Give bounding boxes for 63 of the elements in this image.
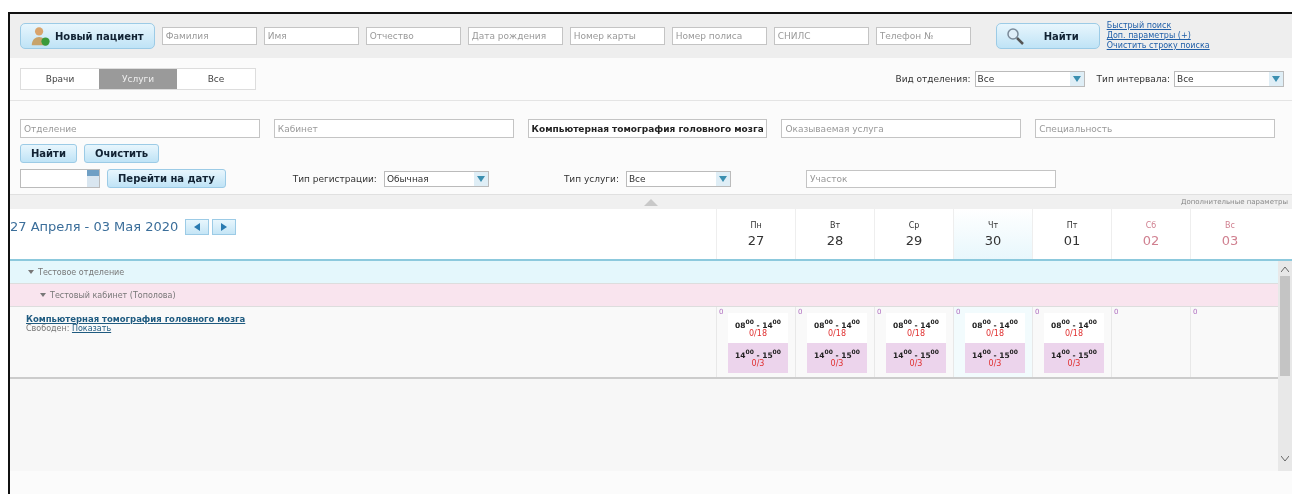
scroll-down-icon[interactable] [1281, 456, 1289, 461]
search-link[interactable]: Быстрый поиск [1106, 21, 1210, 31]
filter-label: Тип услуги: [563, 173, 619, 184]
scroll-up-icon[interactable] [1281, 267, 1289, 272]
day-number: 02 [1142, 233, 1160, 248]
search-field[interactable]: Номер полиса [671, 27, 767, 45]
dropdown[interactable]: Все [625, 170, 731, 187]
search-link[interactable]: Доп. параметры (+) [1106, 31, 1210, 41]
filter-label: Тип интервала: [1096, 74, 1170, 84]
previous-week-button[interactable] [185, 219, 210, 235]
dropdown[interactable]: Все [974, 71, 1085, 87]
filter-field[interactable]: Кабинет [273, 119, 514, 138]
weekday-label: Пт [1066, 221, 1078, 230]
day-number: 30 [984, 233, 1002, 248]
person-add-icon [29, 25, 51, 47]
date-field[interactable] [20, 169, 100, 188]
left-arrow-icon [194, 223, 201, 231]
find-button[interactable]: Найти [995, 23, 1100, 49]
filter-label: Вид отделения: [895, 74, 971, 84]
day-number: 28 [826, 233, 844, 248]
search-field[interactable]: Имя [263, 27, 359, 45]
dropdown[interactable]: Обычная [383, 170, 489, 187]
cabinet-row[interactable]: Тестовый кабинет (Тополова) [10, 284, 1278, 307]
search-field[interactable]: Телефон № [875, 27, 971, 45]
department-row[interactable]: Тестовое отделение [10, 261, 1278, 284]
area-field[interactable]: Участок [805, 169, 1056, 188]
weekday-label: Ср [908, 221, 920, 230]
weekday-label: Сб [1145, 221, 1157, 230]
show-link[interactable]: Показать [71, 324, 112, 333]
filter-field[interactable]: Оказываемая услуга [781, 119, 1022, 138]
expanded-triangle-icon [28, 270, 34, 274]
service-field[interactable]: Компьютерная томография головного мозга [527, 119, 768, 138]
go-to-date-button[interactable]: Перейти на дату [107, 169, 226, 188]
service-link[interactable]: Компьютерная томография головного мозга [26, 314, 246, 324]
filter-field[interactable]: Специальность [1035, 119, 1275, 138]
search-field[interactable]: Дата рождения [467, 27, 563, 45]
search-icon [1004, 26, 1025, 46]
weekday-label: Чт [987, 221, 999, 230]
dropdown[interactable]: Все [1174, 71, 1284, 87]
calendar-icon [87, 170, 99, 187]
date-range: 27 Апреля - 03 Мая 2020 [10, 219, 179, 234]
search-link[interactable]: Очистить строку поиска [1106, 41, 1210, 51]
filter-button[interactable]: Очистить [83, 144, 160, 163]
new-patient-button[interactable]: Новый пациент [20, 23, 155, 49]
filter-button[interactable]: Найти [20, 144, 77, 163]
day-number: 03 [1221, 233, 1239, 248]
scrollbar[interactable] [1278, 261, 1292, 471]
free-label: Свободен: [26, 324, 70, 333]
search-field[interactable]: Номер карты [569, 27, 665, 45]
day-number: 27 [747, 233, 765, 248]
filter-label: Тип регистрации: [292, 173, 377, 184]
search-field[interactable]: Фамилия [161, 27, 257, 45]
filter-field[interactable]: Отделение [20, 119, 260, 138]
weekday-label: Вт [829, 221, 841, 230]
day-number: 29 [905, 233, 923, 248]
day-number: 01 [1063, 233, 1081, 248]
search-field[interactable]: Отчество [365, 27, 461, 45]
weekday-label: Пн [750, 221, 762, 230]
expanded-triangle-icon [40, 293, 46, 297]
right-arrow-icon [221, 223, 228, 231]
next-week-button[interactable] [212, 219, 237, 235]
search-field[interactable]: СНИЛС [773, 27, 869, 45]
weekday-label: Вс [1225, 221, 1235, 230]
